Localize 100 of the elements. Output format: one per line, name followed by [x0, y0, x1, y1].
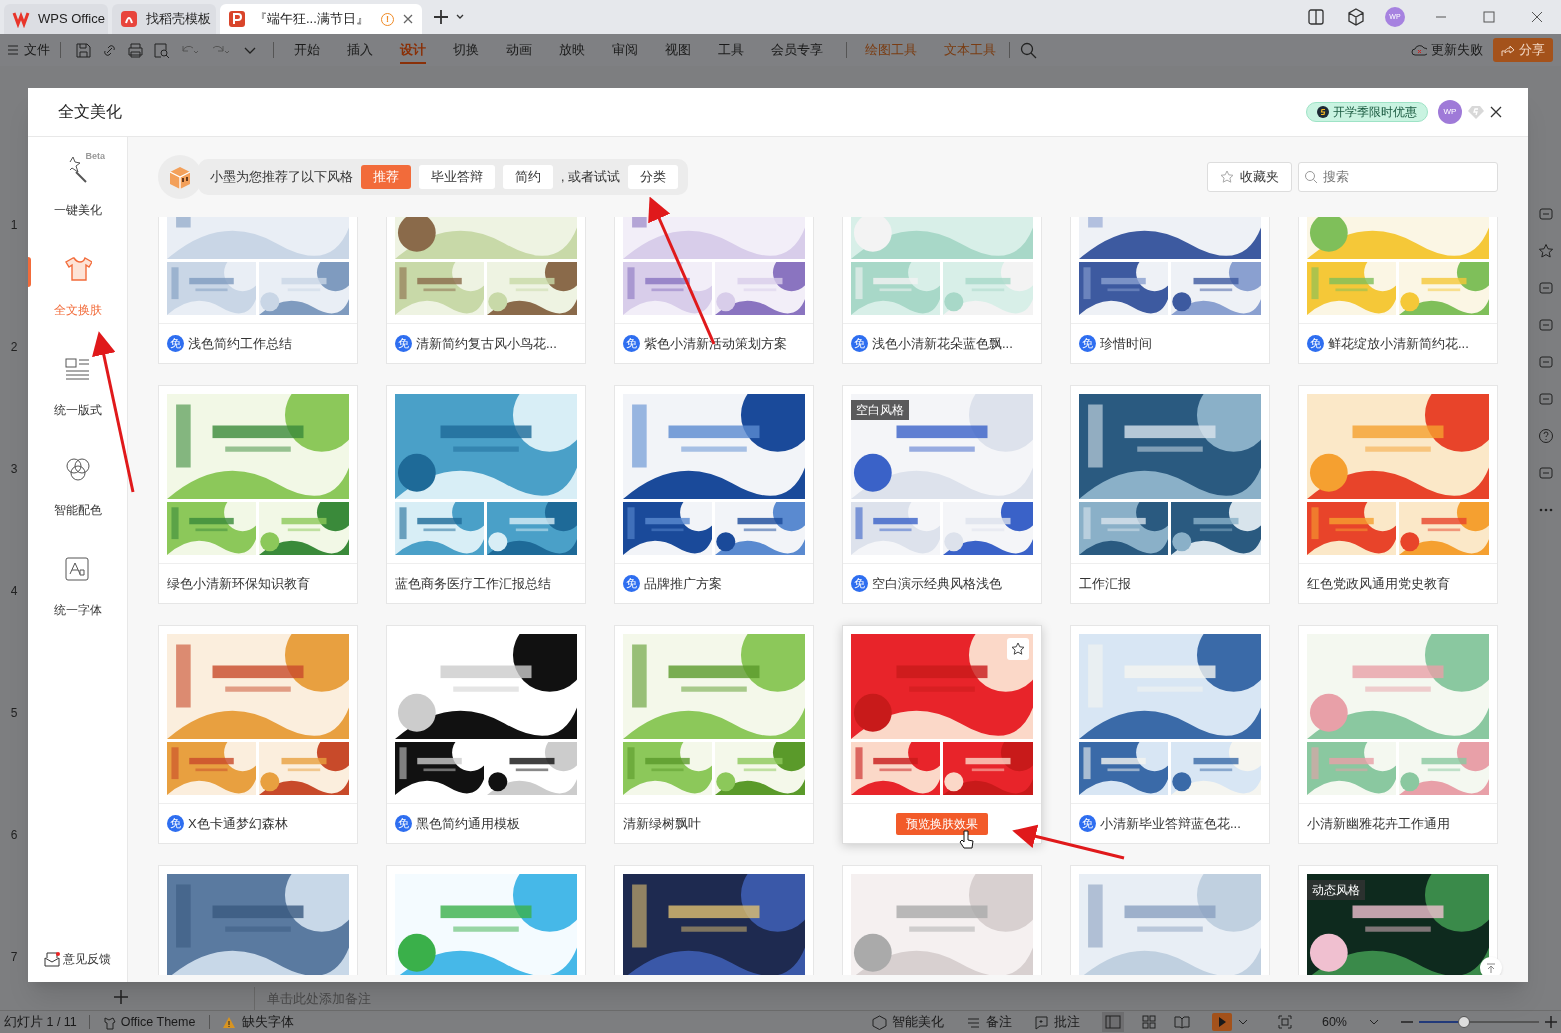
warning-icon	[222, 1015, 237, 1029]
tablet-icon[interactable]	[1307, 8, 1325, 26]
add-icon[interactable]	[114, 990, 128, 1004]
sidebar-item[interactable]: 智能配色	[28, 437, 127, 537]
fit-icon[interactable]	[1277, 1015, 1292, 1029]
notes-button[interactable]: 备注	[965, 1012, 1012, 1032]
ribbon-tab[interactable]: 审阅	[612, 34, 638, 66]
font-icon	[63, 555, 92, 584]
template-title: 浅色小清新花朵蓝色飘...	[872, 334, 1013, 353]
template-card[interactable]: 免 小清新毕业答辩蓝色花...	[1070, 625, 1270, 844]
share-button[interactable]: 分享	[1493, 38, 1553, 62]
file-menu[interactable]: 文件	[8, 40, 50, 60]
free-badge: 免	[167, 335, 184, 352]
template-card[interactable]: 绿色小清新环保知识教育	[158, 385, 358, 604]
star-icon[interactable]	[1538, 243, 1554, 259]
template-card[interactable]: 清新绿树飘叶	[614, 625, 814, 844]
ribbon-tab[interactable]: 工具	[718, 34, 744, 66]
template-card[interactable]: 工作汇报	[1070, 385, 1270, 604]
play-icon[interactable]	[1211, 1013, 1232, 1031]
preview-icon[interactable]	[153, 41, 170, 59]
favorites-button[interactable]: 收藏夹	[1207, 162, 1292, 192]
comment-button[interactable]: 批注	[1033, 1012, 1080, 1032]
template-card[interactable]: 免 鲜花绽放小清新简约花...	[1298, 217, 1498, 364]
style-chip[interactable]: 毕业答辩	[419, 165, 495, 189]
free-badge: 免	[395, 335, 412, 352]
chevron-icon[interactable]	[1237, 1018, 1248, 1026]
template-card[interactable]: 免 品牌推广方案	[614, 385, 814, 604]
back-to-top-button[interactable]	[1480, 957, 1502, 975]
or-try-text: , 或者试试	[561, 168, 620, 186]
template-title: 黑色简约通用模板	[416, 814, 520, 833]
beta-label: Beta	[85, 149, 105, 163]
template-card[interactable]: 免 清新简约复古风小鸟花...	[386, 217, 586, 364]
template-title: 浅色简约工作总结	[188, 334, 292, 353]
zoom-level[interactable]: 60%	[1321, 1012, 1347, 1032]
template-card[interactable]: 免 浅色小清新花朵蓝色飘...	[842, 217, 1042, 364]
reading-view-icon[interactable]	[1173, 1015, 1190, 1029]
ribbon-tab[interactable]: 放映	[559, 34, 585, 66]
promo-badge[interactable]: 开学季限时优惠	[1306, 102, 1428, 122]
close-icon[interactable]	[402, 13, 414, 25]
ribbon-tab[interactable]: 动画	[506, 34, 532, 66]
app-logo-icon	[120, 10, 138, 28]
template-card[interactable]: 动态风格	[1298, 865, 1498, 975]
maximize-icon[interactable]	[1483, 11, 1495, 23]
cube-icon[interactable]	[1347, 8, 1365, 26]
style-tag: 动态风格	[1307, 880, 1365, 900]
ribbon-tab[interactable]: 视图	[665, 34, 691, 66]
beautify-button[interactable]: 智能美化	[871, 1012, 944, 1032]
favorite-button[interactable]	[1007, 638, 1029, 660]
free-badge: 免	[623, 335, 640, 352]
missing-font-status[interactable]: 缺失字体	[242, 1012, 295, 1032]
ribbon-tab[interactable]: 插入	[347, 34, 373, 66]
style-chip[interactable]: 简约	[503, 165, 553, 189]
template-title: 小清新幽雅花卉工作通用	[1307, 814, 1450, 833]
star-icon	[1011, 642, 1025, 656]
grid-view-icon[interactable]	[1141, 1015, 1156, 1029]
close-icon[interactable]	[1531, 11, 1543, 23]
sidebar-item[interactable]: 统一版式	[28, 337, 127, 437]
zoom-in-icon[interactable]	[1545, 1016, 1557, 1028]
template-title: 工作汇报	[1079, 574, 1131, 593]
template-card[interactable]: 小清新幽雅花卉工作通用	[1298, 625, 1498, 844]
sidebar-item[interactable]: 统一字体	[28, 537, 127, 637]
search-icon	[1304, 170, 1318, 184]
free-badge: 免	[167, 815, 184, 832]
ribbon-tab[interactable]: 会员专享	[771, 34, 823, 66]
template-card[interactable]: 红色党政风通用党史教育	[1298, 385, 1498, 604]
slide-number: 6	[10, 827, 18, 844]
ribbon-tab[interactable]: 开始	[294, 34, 320, 66]
template-card[interactable]: 空白风格 免 空白演示经典风格浅色	[842, 385, 1042, 604]
search-icon[interactable]	[1020, 41, 1037, 59]
new-tab-icon[interactable]	[432, 7, 466, 27]
template-card[interactable]: 免 浅色简约工作总结	[158, 217, 358, 364]
slide-number: 3	[10, 461, 18, 478]
save-icon[interactable]	[75, 41, 92, 59]
theme-icon[interactable]	[101, 1014, 117, 1030]
zoom-slider[interactable]	[1419, 1016, 1539, 1028]
category-chip[interactable]: 分类	[627, 165, 678, 189]
comment-icon	[1033, 1014, 1049, 1030]
app-tab[interactable]: WPS Office	[4, 4, 108, 34]
normal-view-icon[interactable]	[1104, 1015, 1121, 1029]
feedback-link[interactable]: 意见反馈	[28, 950, 127, 968]
app-tab[interactable]: 『端午狂...满节日』 !	[220, 4, 422, 34]
template-card[interactable]: 免 黑色简约通用模板	[386, 625, 586, 844]
template-title: 清新绿树飘叶	[623, 814, 701, 833]
sidebar-item[interactable]: Beta 一键美化	[28, 137, 127, 237]
close-icon[interactable]	[1490, 106, 1502, 118]
template-card[interactable]: 免 X色卡通梦幻森林	[158, 625, 358, 844]
template-card[interactable]: 蓝色商务医疗工作汇报总结	[386, 385, 586, 604]
search-field[interactable]: 搜索	[1298, 162, 1498, 192]
ribbon-tab[interactable]: 切换	[453, 34, 479, 66]
template-title: 小清新毕业答辩蓝色花...	[1100, 814, 1241, 833]
sync-status[interactable]: 更新失败	[1411, 40, 1483, 60]
print-icon[interactable]	[127, 41, 144, 59]
template-card[interactable]: 免 珍惜时间	[1070, 217, 1270, 364]
slide-number: 5	[10, 705, 18, 722]
presentation-icon	[228, 10, 246, 28]
help-icon[interactable]	[1538, 428, 1554, 444]
app-tab[interactable]: 找稻壳模板	[112, 4, 216, 34]
chevron-icon[interactable]	[1369, 1018, 1379, 1026]
theme-name[interactable]: Office Theme	[120, 1012, 196, 1032]
mail-icon	[44, 951, 60, 967]
